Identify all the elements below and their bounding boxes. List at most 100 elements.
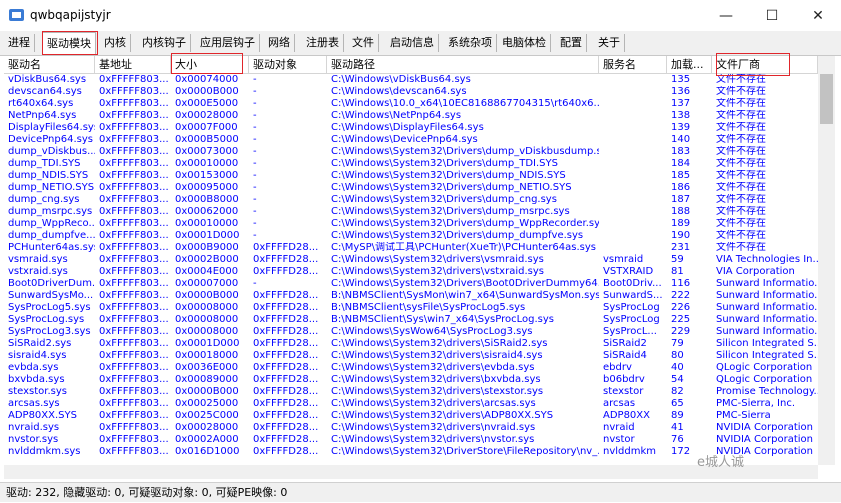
table-row[interactable]: dump_cng.sys 0xFFFFF803... 0x000B8000 - C:\W… xyxy=(4,194,818,206)
table-row[interactable]: NetPnp64.sys 0xFFFFF803... 0x00028000 - C:\W… xyxy=(4,110,818,122)
table-row[interactable]: ADP80XX.SYS 0xFFFFF803... 0x0025C000 0xFFFF… xyxy=(4,410,818,422)
maximize-icon[interactable]: ☐ xyxy=(749,0,795,31)
cell-driver-name: dump_vDiskbus... xyxy=(8,146,95,157)
column-header-service-name[interactable]: 服务名 xyxy=(599,56,667,73)
table-row[interactable]: dump_msrpc.sys 0xFFFFF803... 0x00062000 - C:… xyxy=(4,206,818,218)
table-row[interactable]: SysProcLog3.sys 0xFFFFF803... 0x00008000 0x… xyxy=(4,326,818,338)
tab-files[interactable]: 文件 xyxy=(348,34,379,52)
cell-driver-object: 0xFFFFD28... xyxy=(253,362,319,373)
cell-driver-object: - xyxy=(253,122,257,133)
cell-size: 0x00028000 xyxy=(175,422,239,433)
cell-driver-path: C:\Windows\devscan64.sys xyxy=(331,86,467,97)
minimize-icon[interactable]: — xyxy=(703,0,749,31)
table-row[interactable]: vDiskBus64.sys 0xFFFFF803... 0x00074000 - C:… xyxy=(4,74,818,86)
tab-system-misc[interactable]: 系统杂项 xyxy=(444,34,497,52)
table-row[interactable]: vstxraid.sys 0xFFFFF803... 0x0004E000 0xFFF… xyxy=(4,266,818,278)
cell-driver-name: nvraid.sys xyxy=(8,422,60,433)
cell-service-name: b06bdrv xyxy=(603,374,645,385)
tab-kernel[interactable]: 内核 xyxy=(100,34,131,52)
cell-size: 0x016D1000 xyxy=(175,446,240,457)
cell-driver-path: C:\Windows\System32\drivers\nvraid.sys xyxy=(331,422,536,433)
cell-base-address: 0xFFFFF803... xyxy=(99,434,169,445)
table-row[interactable]: dump_NETIO.SYS 0xFFFFF803... 0x00095000 - C:… xyxy=(4,182,818,194)
table-row[interactable]: devscan64.sys 0xFFFFF803... 0x0000B000 - C:\… xyxy=(4,86,818,98)
cell-service-name xyxy=(599,218,667,230)
table-row[interactable]: rt640x64.sys 0xFFFFF803... 0x000E5000 - C:\W… xyxy=(4,98,818,110)
table-row[interactable]: DevicePnp64.sys 0xFFFFF803... 0x000B5000 - C… xyxy=(4,134,818,146)
cell-base-address: 0xFFFFF803... xyxy=(99,110,169,121)
column-header-load-order[interactable]: 加载... xyxy=(667,56,712,73)
cell-base-address: 0xFFFFF803... xyxy=(99,314,169,325)
tab-process[interactable]: 进程 xyxy=(4,34,35,52)
table-row[interactable]: stexstor.sys 0xFFFFF803... 0x0000B000 0xFFF… xyxy=(4,386,818,398)
cell-service-name: ADP80XX xyxy=(603,410,650,421)
table-row[interactable]: vsmraid.sys 0xFFFFF803... 0x0002B000 0xFFFF… xyxy=(4,254,818,266)
cell-size: 0x0000B000 xyxy=(175,386,239,397)
cell-size: 0x000B5000 xyxy=(175,134,239,145)
cell-driver-name: evbda.sys xyxy=(8,362,59,373)
cell-size: 0x00095000 xyxy=(175,182,239,193)
tab-registry[interactable]: 注册表 xyxy=(302,34,344,52)
cell-driver-name: DevicePnp64.sys xyxy=(8,134,93,145)
cell-driver-path: C:\Windows\System32\drivers\vsmraid.sys xyxy=(331,254,544,265)
cell-size: 0x00073000 xyxy=(175,146,239,157)
tab-network[interactable]: 网络 xyxy=(264,34,295,52)
table-row[interactable]: dump_NDIS.SYS 0xFFFFF803... 0x00153000 - C:\… xyxy=(4,170,818,182)
tab-about[interactable]: 关于 xyxy=(594,34,625,52)
horizontal-scrollbar[interactable] xyxy=(4,465,818,479)
column-header-file-vendor[interactable]: 文件厂商 xyxy=(712,56,818,73)
tab-pc-check[interactable]: 电脑体检 xyxy=(498,34,551,52)
cell-driver-path: C:\Windows\System32\drivers\nvstor.sys xyxy=(331,434,535,445)
cell-driver-path: C:\Windows\System32\drivers\arcsas.sys xyxy=(331,398,536,409)
cell-service-name: SiSRaid4 xyxy=(603,350,647,361)
cell-driver-path: C:\Windows\System32\Drivers\dump_TDI.SYS xyxy=(331,158,558,169)
table-row[interactable]: dump_dumpfve.... 0xFFFFF803... 0x0001D000 -… xyxy=(4,230,818,242)
tab-kernel-hooks[interactable]: 内核钩子 xyxy=(138,34,191,52)
cell-file-vendor: PMC-Sierra, Inc. xyxy=(716,398,796,409)
table-row[interactable]: DisplayFiles64.sys 0xFFFFF803... 0x0007F00… xyxy=(4,122,818,134)
cell-file-vendor: 文件不存在 xyxy=(716,218,766,229)
cell-load-order: 225 xyxy=(671,314,691,325)
cell-load-order: 222 xyxy=(671,290,691,301)
tab-startup[interactable]: 启动信息 xyxy=(386,34,439,52)
table-row[interactable]: arcsas.sys 0xFFFFF803... 0x00025000 0xFFFFD… xyxy=(4,398,818,410)
table-row[interactable]: dump_TDI.SYS 0xFFFFF803... 0x00010000 - C:\W… xyxy=(4,158,818,170)
table-row[interactable]: nvlddmkm.sys 0xFFFFF803... 0x016D1000 0xFFF… xyxy=(4,446,818,458)
column-header-base-address[interactable]: 基地址 xyxy=(95,56,171,73)
cell-size: 0x00062000 xyxy=(175,206,239,217)
close-icon[interactable]: ✕ xyxy=(795,0,841,31)
cell-size: 0x0007F000 xyxy=(175,122,238,133)
table-row[interactable]: bxvbda.sys 0xFFFFF803... 0x00089000 0xFFFFD… xyxy=(4,374,818,386)
column-header-driver-name[interactable]: 驱动名 xyxy=(4,56,95,73)
vertical-scrollbar[interactable] xyxy=(818,56,835,465)
cell-driver-object: - xyxy=(253,206,257,217)
cell-file-vendor: 文件不存在 xyxy=(716,146,766,157)
cell-driver-object: - xyxy=(253,230,257,241)
tab-config[interactable]: 配置 xyxy=(556,34,587,52)
table-row[interactable]: SysProcLog5.sys 0xFFFFF803... 0x00008000 0x… xyxy=(4,302,818,314)
column-header-size[interactable]: 大小 xyxy=(171,56,249,73)
table-row[interactable]: dump_WppReco... 0xFFFFF803... 0x00010000 - C… xyxy=(4,218,818,230)
cell-driver-name: vsmraid.sys xyxy=(8,254,68,265)
cell-load-order: 54 xyxy=(671,374,684,385)
table-row[interactable]: evbda.sys 0xFFFFF803... 0x0036E000 0xFFFFD2… xyxy=(4,362,818,374)
cell-driver-path: C:\Windows\10.0_x64\10EC8168867704315\rt… xyxy=(331,98,599,109)
table-row[interactable]: nvraid.sys 0xFFFFF803... 0x00028000 0xFFFFD… xyxy=(4,422,818,434)
table-row[interactable]: dump_vDiskbus... 0xFFFFF803... 0x00073000 -… xyxy=(4,146,818,158)
table-row[interactable]: PCHunter64as.sys 0xFFFFF803... 0x000B9000 0… xyxy=(4,242,818,254)
cell-load-order: 40 xyxy=(671,362,684,373)
tab-app-hooks[interactable]: 应用层钩子 xyxy=(196,34,260,52)
cell-service-name: SysProcLog xyxy=(603,302,660,313)
column-header-driver-object[interactable]: 驱动对象 xyxy=(249,56,327,73)
table-row[interactable]: Boot0DriverDum... 0xFFFFF803... 0x00007000… xyxy=(4,278,818,290)
table-row[interactable]: SysProcLog.sys 0xFFFFF803... 0x00008000 0xF… xyxy=(4,314,818,326)
table-row[interactable]: SiSRaid2.sys 0xFFFFF803... 0x0001D000 0xFFF… xyxy=(4,338,818,350)
cell-driver-path: C:\Windows\System32\drivers\vstxraid.sys xyxy=(331,266,544,277)
vertical-scroll-thumb[interactable] xyxy=(820,74,833,124)
table-row[interactable]: sisraid4.sys 0xFFFFF803... 0x00018000 0xFFF… xyxy=(4,350,818,362)
table-row[interactable]: nvstor.sys 0xFFFFF803... 0x0002A000 0xFFFFD… xyxy=(4,434,818,446)
table-row[interactable]: SunwardSysMo... 0xFFFFF803... 0x0000B000 0x… xyxy=(4,290,818,302)
column-header-driver-path[interactable]: 驱动路径 xyxy=(327,56,599,73)
cell-driver-object: 0xFFFFD28... xyxy=(253,446,319,457)
tab-driver-modules[interactable]: 驱动模块 xyxy=(42,32,96,55)
